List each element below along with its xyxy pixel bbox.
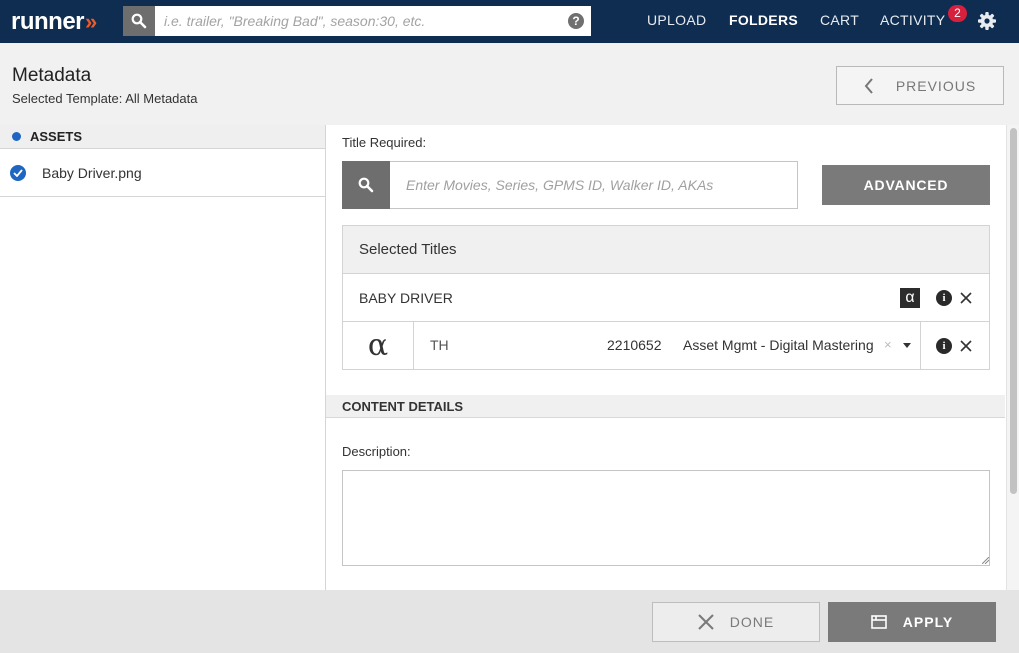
caret-down-icon[interactable]: [903, 343, 911, 348]
assets-panel: ASSETS Baby Driver.png: [0, 125, 326, 590]
selected-title-name: BABY DRIVER: [359, 289, 453, 306]
asset-name: Baby Driver.png: [42, 164, 142, 181]
save-icon: [870, 615, 887, 629]
runner-logo[interactable]: runner»: [11, 8, 98, 36]
global-search-input[interactable]: [155, 6, 555, 36]
scrollbar-thumb[interactable]: [1010, 128, 1017, 494]
close-icon[interactable]: [960, 292, 972, 304]
nav-folders[interactable]: FOLDERS: [729, 12, 798, 28]
close-icon: [698, 614, 714, 630]
help-icon[interactable]: ?: [568, 13, 584, 29]
logo-text: runner: [11, 8, 85, 35]
selected-titles-heading: Selected Titles: [343, 226, 989, 274]
top-navbar: runner» ? UPLOAD FOLDERS CART ACTIVITY 2: [0, 0, 1019, 43]
title-mapping-row: α TH 2210652 Asset Mgmt - Digital Master…: [343, 322, 989, 370]
description-label: Description:: [342, 444, 411, 459]
nav-cart[interactable]: CART: [820, 12, 859, 28]
check-circle-icon[interactable]: [10, 164, 26, 181]
title-search-input[interactable]: [390, 162, 797, 208]
selected-titles-box: Selected Titles BABY DRIVER α i α TH 221…: [342, 225, 990, 370]
advanced-button[interactable]: ADVANCED: [822, 165, 990, 205]
title-search-button[interactable]: [342, 161, 390, 209]
content-details-heading: CONTENT DETAILS: [326, 395, 1005, 418]
activity-count-badge: 2: [948, 5, 967, 22]
info-icon[interactable]: i: [936, 290, 952, 306]
logo-chevrons: »: [85, 9, 98, 34]
title-search-field: [390, 161, 798, 209]
vertical-scrollbar[interactable]: [1006, 125, 1019, 590]
alpha-icon[interactable]: α: [900, 288, 920, 308]
mapping-code: TH: [430, 337, 449, 353]
selected-title-row: BABY DRIVER α i: [343, 274, 989, 322]
gear-icon[interactable]: [977, 11, 997, 31]
department-select[interactable]: TH 2210652 Asset Mgmt - Digital Masterin…: [414, 322, 921, 369]
nav-activity[interactable]: ACTIVITY: [880, 12, 945, 28]
done-button[interactable]: DONE: [652, 602, 820, 642]
nav-upload[interactable]: UPLOAD: [647, 12, 706, 28]
metadata-form: Title Required: ADVANCED Selected Titles…: [326, 125, 1019, 590]
global-search-button[interactable]: [123, 6, 155, 36]
previous-label: PREVIOUS: [895, 77, 977, 94]
clear-selection-icon[interactable]: ×: [884, 337, 892, 352]
page-title: Metadata: [12, 65, 92, 86]
resize-grip-icon[interactable]: [982, 557, 989, 564]
info-icon[interactable]: i: [936, 338, 952, 354]
assets-header: ASSETS: [0, 125, 325, 149]
footer-bar: DONE APPLY: [0, 590, 1019, 653]
global-search-field: ?: [155, 6, 591, 36]
previous-button[interactable]: PREVIOUS: [836, 66, 1004, 105]
title-required-label: Title Required:: [342, 135, 427, 150]
search-icon: [358, 177, 374, 193]
mapping-number: 2210652: [607, 337, 662, 353]
status-dot-icon: [12, 132, 21, 141]
alpha-symbol-cell: α: [343, 322, 414, 369]
mapping-department: Asset Mgmt - Digital Mastering: [683, 337, 874, 353]
close-icon[interactable]: [960, 340, 972, 352]
apply-label: APPLY: [902, 614, 954, 630]
search-icon: [131, 13, 147, 29]
chevron-left-icon: [864, 77, 873, 94]
selected-template-label: Selected Template: All Metadata: [12, 91, 198, 106]
description-textarea[interactable]: [342, 470, 990, 566]
asset-list-item[interactable]: Baby Driver.png: [0, 149, 325, 197]
done-label: DONE: [729, 614, 775, 630]
assets-heading: ASSETS: [30, 129, 83, 144]
apply-button[interactable]: APPLY: [828, 602, 996, 642]
